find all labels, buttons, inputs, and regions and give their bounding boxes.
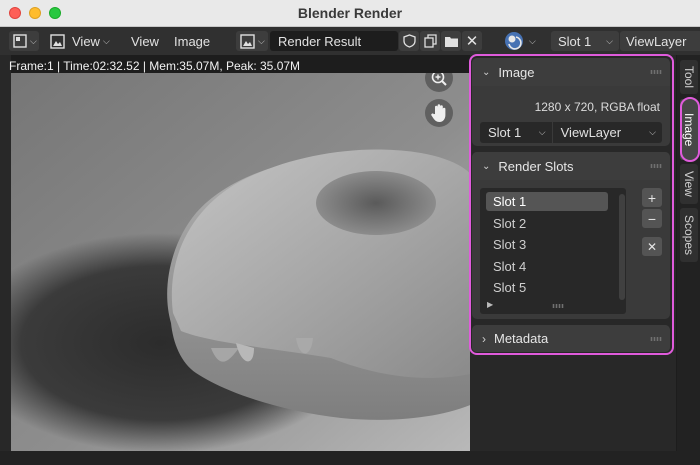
chevron-down-icon: ⌄ — [482, 160, 491, 172]
duplicate-image-button[interactable] — [420, 31, 440, 51]
tab-view-label: View — [682, 171, 696, 197]
render-slots-panel: ⌄ Render Slots Slot 1 Slot 2 Slot 3 Slot… — [472, 152, 670, 319]
unlink-image-button[interactable]: ✕ — [462, 31, 482, 51]
metadata-panel-title: Metadata — [494, 331, 549, 346]
tab-image[interactable]: Image — [680, 99, 698, 160]
left-region-edge — [0, 55, 11, 465]
view-mode-dropdown[interactable]: View ⌵ — [50, 31, 118, 51]
image-layer-label: ViewLayer — [560, 125, 622, 140]
tab-view[interactable]: View — [680, 164, 698, 204]
editor-type-dropdown[interactable]: ⌵ — [9, 31, 39, 51]
chevron-down-icon: ⌄ — [482, 66, 491, 78]
slot-label: Slot 5 — [493, 280, 527, 295]
view-menu[interactable]: View — [131, 34, 159, 49]
shield-icon — [402, 34, 416, 48]
x-icon: ✕ — [646, 239, 658, 254]
render-slot-icon — [505, 32, 523, 50]
remove-slot-button[interactable]: − — [642, 209, 662, 228]
clear-slot-button[interactable]: ✕ — [642, 237, 662, 256]
fake-user-button[interactable] — [399, 31, 419, 51]
chevron-down-icon: ⌵ — [102, 35, 110, 46]
header-slot-label: Slot 1 — [558, 33, 592, 49]
bottom-edge — [0, 451, 700, 465]
list-item[interactable]: Slot 5 — [486, 278, 608, 297]
metadata-panel-header[interactable]: › Metadata — [472, 325, 670, 352]
duplicate-icon — [423, 34, 437, 48]
tab-image-label: Image — [682, 112, 696, 147]
chevron-down-icon: ⌵ — [258, 35, 265, 46]
grip-icon[interactable] — [650, 337, 662, 341]
image-slot-layer-row: Slot 1 ⌵ ViewLayer ⌵ — [480, 122, 662, 143]
image-layer-dropdown[interactable]: ViewLayer ⌵ — [552, 122, 662, 143]
triangle-expand-icon[interactable]: ▶ — [487, 300, 493, 309]
open-image-button[interactable] — [441, 31, 461, 51]
chevron-down-icon: ⌵ — [649, 127, 656, 137]
image-info: 1280 x 720, RGBA float — [534, 100, 660, 114]
header-layer-label: ViewLayer — [626, 33, 687, 49]
grip-icon[interactable] — [552, 304, 564, 308]
image-slot-dropdown[interactable]: Slot 1 ⌵ — [480, 122, 552, 143]
image-panel-title: Image — [498, 64, 535, 80]
render-slots-panel-header[interactable]: ⌄ Render Slots — [472, 152, 670, 180]
image-panel-header[interactable]: ⌄ Image — [472, 58, 670, 86]
browse-image-icon — [240, 33, 255, 49]
grip-icon[interactable] — [650, 70, 662, 74]
view-mode-label: View — [72, 33, 100, 49]
render-slot-list[interactable]: Slot 1 Slot 2 Slot 3 Slot 4 Slot 5 ▶ — [480, 188, 626, 314]
chevron-down-icon: ⌵ — [538, 127, 546, 137]
list-item[interactable]: Slot 4 — [486, 257, 608, 276]
image-name-field[interactable]: Render Result — [270, 31, 398, 51]
pan-button[interactable] — [425, 99, 453, 127]
list-scrollbar[interactable] — [619, 194, 625, 300]
tab-tool-label: Tool — [682, 65, 696, 88]
add-slot-button[interactable]: + — [642, 188, 662, 207]
hand-pan-icon — [431, 104, 446, 122]
render-result-image — [11, 73, 475, 451]
list-item[interactable]: Slot 3 — [486, 235, 608, 254]
image-editor-icon — [13, 34, 27, 48]
chevron-down-icon: ⌵ — [30, 35, 37, 46]
tab-scopes-label: Scopes — [682, 214, 696, 256]
render-status-text: Frame:1 | Time:02:32.52 | Mem:35.07M, Pe… — [9, 59, 301, 73]
header-slot-dropdown[interactable]: Slot 1 ⌵ — [551, 31, 619, 51]
image-slot-label: Slot 1 — [488, 125, 522, 140]
plus-icon: + — [647, 189, 657, 206]
render-slot-display-dropdown[interactable]: ⌵ — [502, 31, 542, 51]
close-icon: ✕ — [465, 33, 479, 50]
tab-scopes[interactable]: Scopes — [680, 208, 698, 262]
slot-label: Slot 3 — [493, 237, 527, 252]
slot-label: Slot 1 — [493, 194, 527, 209]
list-item[interactable]: Slot 1 — [486, 192, 608, 211]
image-viewport[interactable] — [11, 73, 475, 451]
image-menu[interactable]: Image — [174, 34, 210, 49]
zoom-icon — [431, 73, 447, 86]
image-panel: ⌄ Image 1280 x 720, RGBA float Slot 1 ⌵ … — [472, 58, 670, 146]
image-icon — [50, 33, 65, 49]
grip-icon[interactable] — [650, 164, 662, 168]
slot-label: Slot 2 — [493, 216, 527, 231]
chevron-down-icon: ⌵ — [529, 35, 536, 46]
browse-image-dropdown[interactable]: ⌵ — [236, 31, 268, 51]
metadata-panel: › Metadata — [472, 325, 670, 352]
chevron-down-icon: ⌵ — [606, 35, 613, 46]
tab-tool[interactable]: Tool — [680, 60, 698, 94]
folder-icon — [444, 36, 458, 47]
header-layer-dropdown[interactable]: ViewLayer — [620, 31, 700, 51]
minus-icon: − — [647, 210, 657, 227]
list-item[interactable]: Slot 2 — [486, 214, 608, 233]
image-editor-header: ⌵ View ⌵ View Image ⌵ Render Result ✕ ⌵ … — [0, 27, 700, 55]
window-titlebar: Blender Render — [0, 0, 700, 27]
slot-label: Slot 4 — [493, 259, 527, 274]
render-slots-panel-title: Render Slots — [498, 158, 574, 174]
chevron-right-icon: › — [482, 331, 486, 346]
window-title: Blender Render — [297, 5, 403, 21]
